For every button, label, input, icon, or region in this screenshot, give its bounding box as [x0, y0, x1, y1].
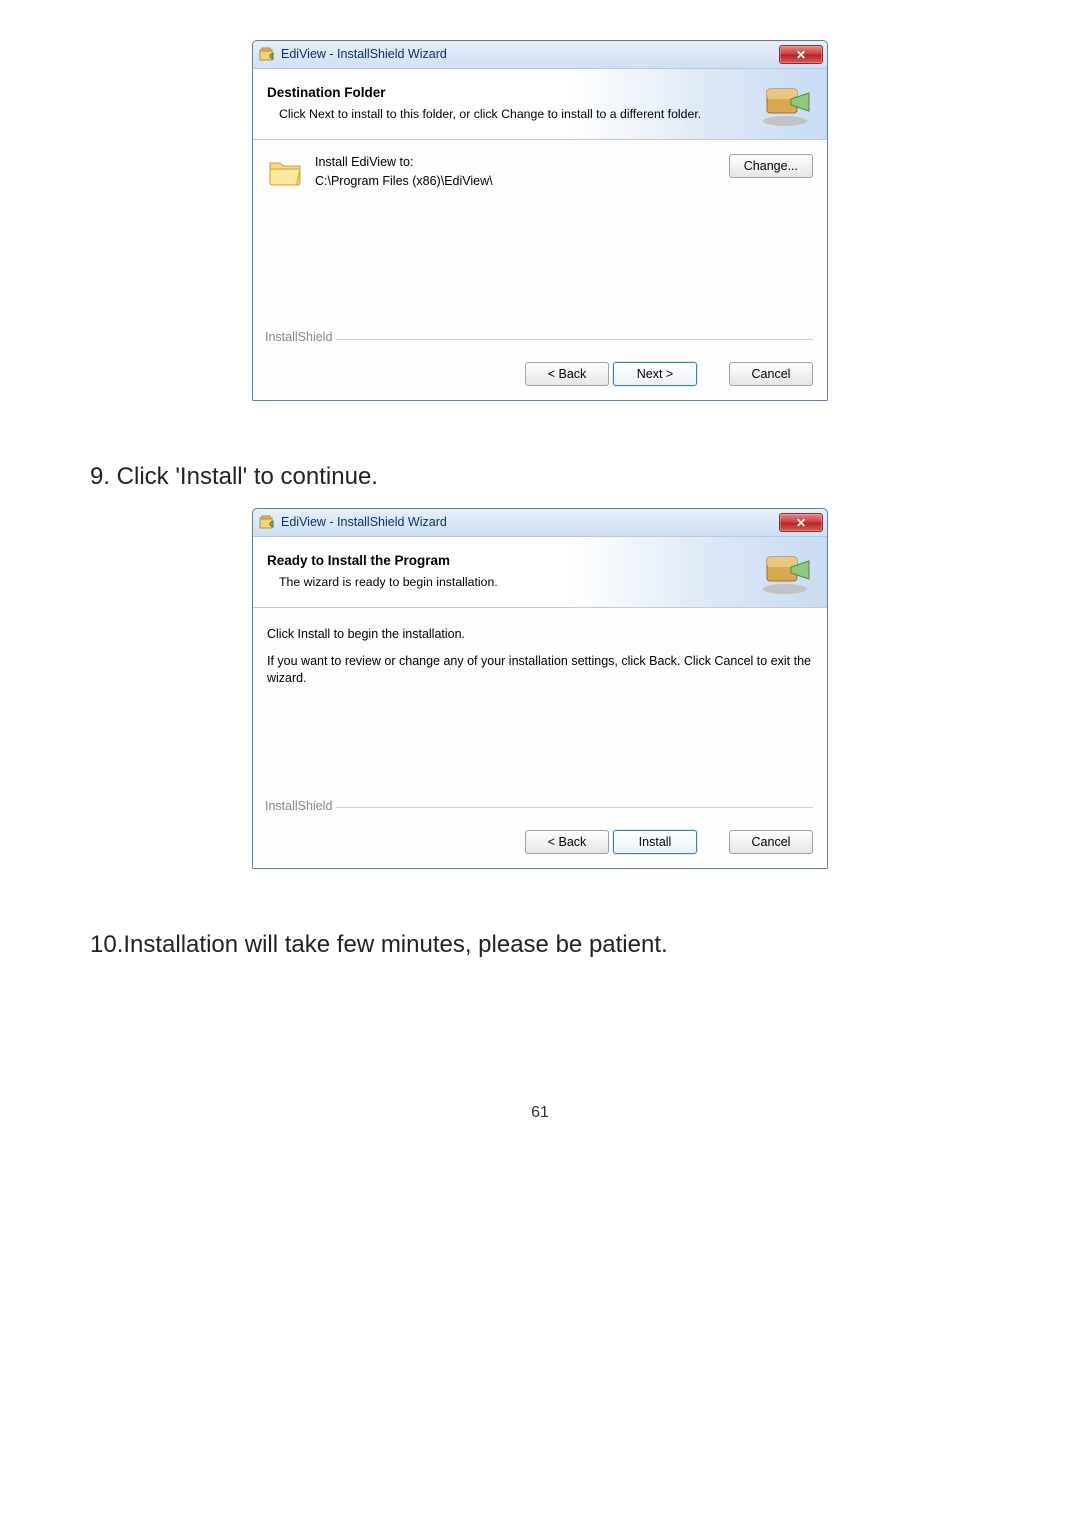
next-button[interactable]: Next > [613, 362, 697, 386]
page-number: 61 [90, 1102, 990, 1124]
install-button[interactable]: Install [613, 830, 697, 854]
body-line-1: Click Install to begin the installation. [267, 626, 813, 643]
installer-icon [259, 47, 275, 63]
close-button[interactable]: ✕ [779, 513, 823, 532]
header-title: Ready to Install the Program [267, 552, 747, 570]
titlebar[interactable]: EdiView - InstallShield Wizard ✕ [253, 509, 827, 537]
body-line-2: If you want to review or change any of y… [267, 653, 813, 687]
dialog-header: Destination Folder Click Next to install… [253, 69, 827, 140]
install-path: C:\Program Files (x86)\EdiView\ [315, 173, 717, 190]
header-title: Destination Folder [267, 84, 747, 102]
dialog-header: Ready to Install the Program The wizard … [253, 537, 827, 608]
window-title: EdiView - InstallShield Wizard [281, 514, 447, 531]
cancel-button[interactable]: Cancel [729, 362, 813, 386]
install-to-label: Install EdiView to: [315, 154, 717, 171]
change-button[interactable]: Change... [729, 154, 813, 178]
cancel-button[interactable]: Cancel [729, 830, 813, 854]
dialog-body: Click Install to begin the installation.… [253, 608, 827, 868]
window-title: EdiView - InstallShield Wizard [281, 46, 447, 63]
folder-icon [267, 154, 303, 190]
installer-graphic-icon [757, 79, 813, 127]
installer-graphic-icon [757, 547, 813, 595]
header-subtitle: The wizard is ready to begin installatio… [279, 574, 747, 591]
step-9-text: 9. Click 'Install' to continue. [90, 461, 990, 493]
back-button[interactable]: < Back [525, 830, 609, 854]
installshield-label: InstallShield [261, 798, 336, 815]
close-icon: ✕ [796, 517, 806, 529]
dialog-ready-to-install: EdiView - InstallShield Wizard ✕ Ready t… [252, 508, 828, 869]
close-icon: ✕ [796, 49, 806, 61]
back-button[interactable]: < Back [525, 362, 609, 386]
step-10-text: 10.Installation will take few minutes, p… [90, 929, 990, 961]
close-button[interactable]: ✕ [779, 45, 823, 64]
titlebar[interactable]: EdiView - InstallShield Wizard ✕ [253, 41, 827, 69]
dialog-destination-folder: EdiView - InstallShield Wizard ✕ Destina… [252, 40, 828, 401]
installer-icon [259, 515, 275, 531]
header-subtitle: Click Next to install to this folder, or… [279, 106, 747, 123]
installshield-label: InstallShield [261, 329, 336, 346]
dialog-body: Install EdiView to: C:\Program Files (x8… [253, 140, 827, 400]
